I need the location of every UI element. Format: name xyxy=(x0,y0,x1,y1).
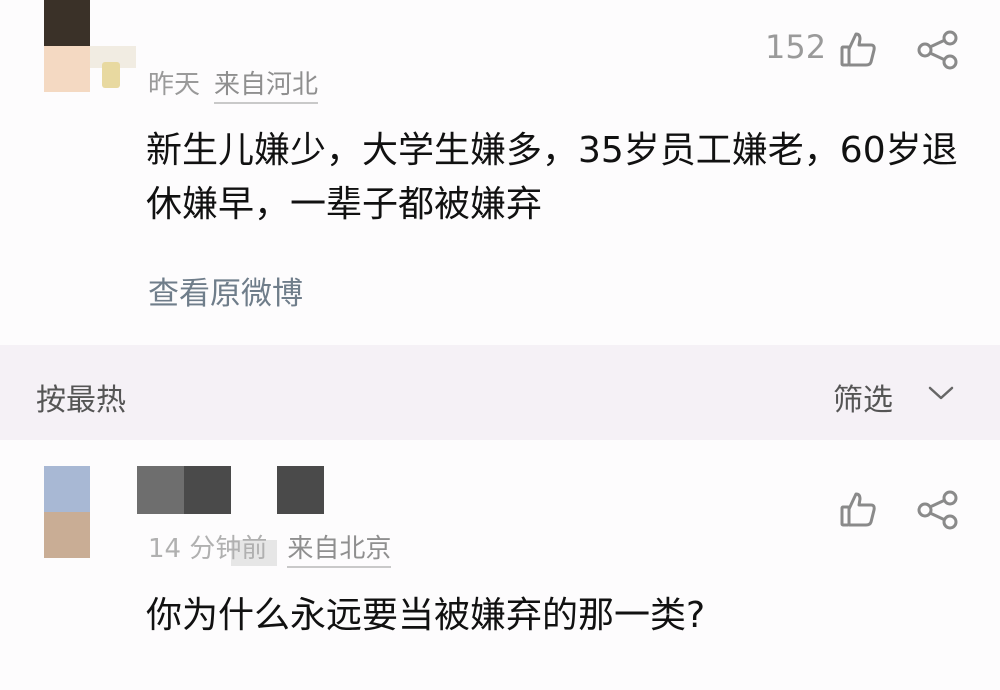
view-original-link[interactable]: 查看原微博 xyxy=(148,268,303,313)
avatar[interactable] xyxy=(44,0,136,92)
avatar-badge xyxy=(102,62,120,88)
nickname-mosaic-block xyxy=(137,466,184,514)
avatar-mosaic-block xyxy=(44,0,90,46)
thumbs-up-icon[interactable] xyxy=(838,30,878,74)
comment-text: 你为什么永远要当被嫌弃的那一类? xyxy=(146,595,706,636)
filter-button[interactable]: 筛选 xyxy=(833,375,893,419)
comment-item: 14 分钟前 来自北京 你为什么永远要当被嫌弃的那一类? xyxy=(0,440,1000,690)
thumbs-up-icon[interactable] xyxy=(838,490,878,534)
commenter-nickname-redacted[interactable] xyxy=(137,466,327,566)
nickname-mosaic-block xyxy=(184,466,231,514)
comment-meta: 14 分钟前 来自北京 xyxy=(148,528,392,568)
commenter-avatar[interactable] xyxy=(44,466,90,558)
share-icon[interactable] xyxy=(916,30,960,74)
chevron-down-icon[interactable] xyxy=(926,383,956,407)
sort-bar: 按最热 筛选 xyxy=(0,345,1000,440)
post-card: 昨天 来自河北 152 新生儿嫌少，大学生嫌多，35岁员工嫌老，60岁退休嫌早，一… xyxy=(0,0,1000,345)
post-location: 来自河北 xyxy=(214,70,319,104)
post-time: 昨天 xyxy=(148,70,201,100)
comment-time: 14 分钟前 xyxy=(148,534,268,564)
post-text: 新生儿嫌少，大学生嫌多，35岁员工嫌老，60岁退休嫌早，一辈子都被嫌弃 xyxy=(146,130,958,225)
sort-by-hot-button[interactable]: 按最热 xyxy=(36,375,126,419)
avatar-mosaic-block xyxy=(44,512,90,558)
avatar-mosaic-block xyxy=(44,466,90,512)
like-count: 152 xyxy=(765,28,827,66)
avatar-mosaic-block xyxy=(44,46,90,92)
share-icon[interactable] xyxy=(916,490,960,534)
nickname-mosaic-block xyxy=(277,466,324,514)
post-meta: 昨天 来自河北 xyxy=(148,64,319,104)
comment-location: 来自北京 xyxy=(287,534,392,568)
